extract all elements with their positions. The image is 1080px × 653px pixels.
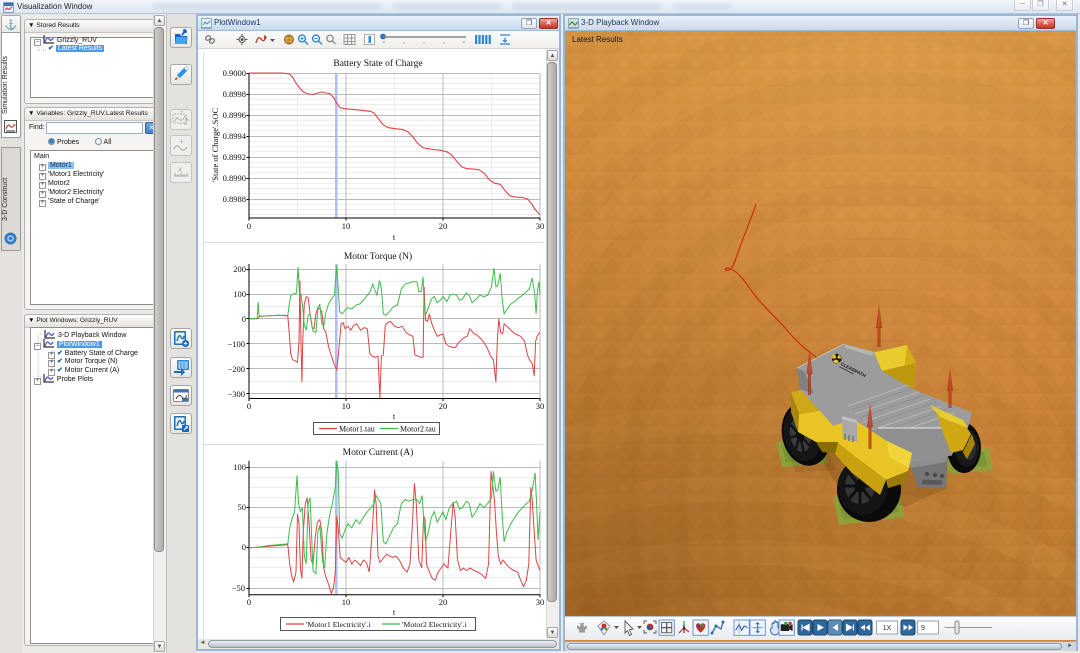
svg-text:−300: −300	[227, 389, 245, 399]
svg-text:10: 10	[342, 401, 351, 411]
svg-text:0.9000: 0.9000	[223, 68, 246, 78]
svg-text:0.8988: 0.8988	[223, 194, 246, 204]
svg-text:0.8990: 0.8990	[223, 173, 246, 183]
svg-text:+: +	[180, 110, 184, 116]
svg-text:+: +	[179, 137, 184, 146]
svg-text:0.8994: 0.8994	[223, 131, 247, 141]
svg-text:200: 200	[233, 264, 246, 274]
svg-text:'Motor2 Electricity'.i: 'Motor2 Electricity'.i	[402, 620, 468, 629]
svg-text:0: 0	[247, 221, 251, 231]
svg-text:Motor1.tau: Motor1.tau	[339, 425, 375, 434]
svg-text:−50: −50	[232, 583, 245, 593]
svg-text:30: 30	[536, 221, 545, 231]
svg-text:1X: 1X	[883, 625, 892, 632]
svg-text:Motor Current (A): Motor Current (A)	[343, 447, 414, 458]
svg-text:9: 9	[921, 625, 925, 632]
svg-text:100: 100	[233, 289, 246, 299]
svg-text:−100: −100	[227, 339, 245, 349]
svg-text:0: 0	[247, 597, 251, 607]
svg-text:30: 30	[536, 401, 545, 411]
svg-text:Motor2.tau: Motor2.tau	[400, 425, 436, 434]
svg-text:100: 100	[233, 462, 246, 472]
svg-text:10: 10	[342, 221, 351, 231]
svg-text:−200: −200	[227, 364, 245, 374]
svg-text:0.8992: 0.8992	[223, 152, 246, 162]
svg-text:20: 20	[439, 597, 448, 607]
svg-text:'Motor1 Electricity'.i: 'Motor1 Electricity'.i	[306, 620, 372, 629]
svg-text:Battery State of Charge: Battery State of Charge	[333, 58, 422, 69]
svg-text:30: 30	[536, 597, 545, 607]
svg-text:0: 0	[247, 401, 251, 411]
svg-text:20: 20	[439, 401, 448, 411]
svg-text:0.8996: 0.8996	[223, 110, 246, 120]
svg-text:'State of Charge'.SOC: 'State of Charge'.SOC	[210, 107, 220, 182]
svg-text:0: 0	[242, 314, 246, 324]
svg-text:10: 10	[342, 597, 351, 607]
svg-text:0: 0	[242, 542, 246, 552]
svg-text:x: x	[178, 165, 182, 174]
svg-text:Motor Torque (N): Motor Torque (N)	[344, 251, 412, 262]
svg-text:0.8998: 0.8998	[223, 89, 246, 99]
svg-text:20: 20	[439, 221, 448, 231]
svg-text:50: 50	[238, 502, 247, 512]
